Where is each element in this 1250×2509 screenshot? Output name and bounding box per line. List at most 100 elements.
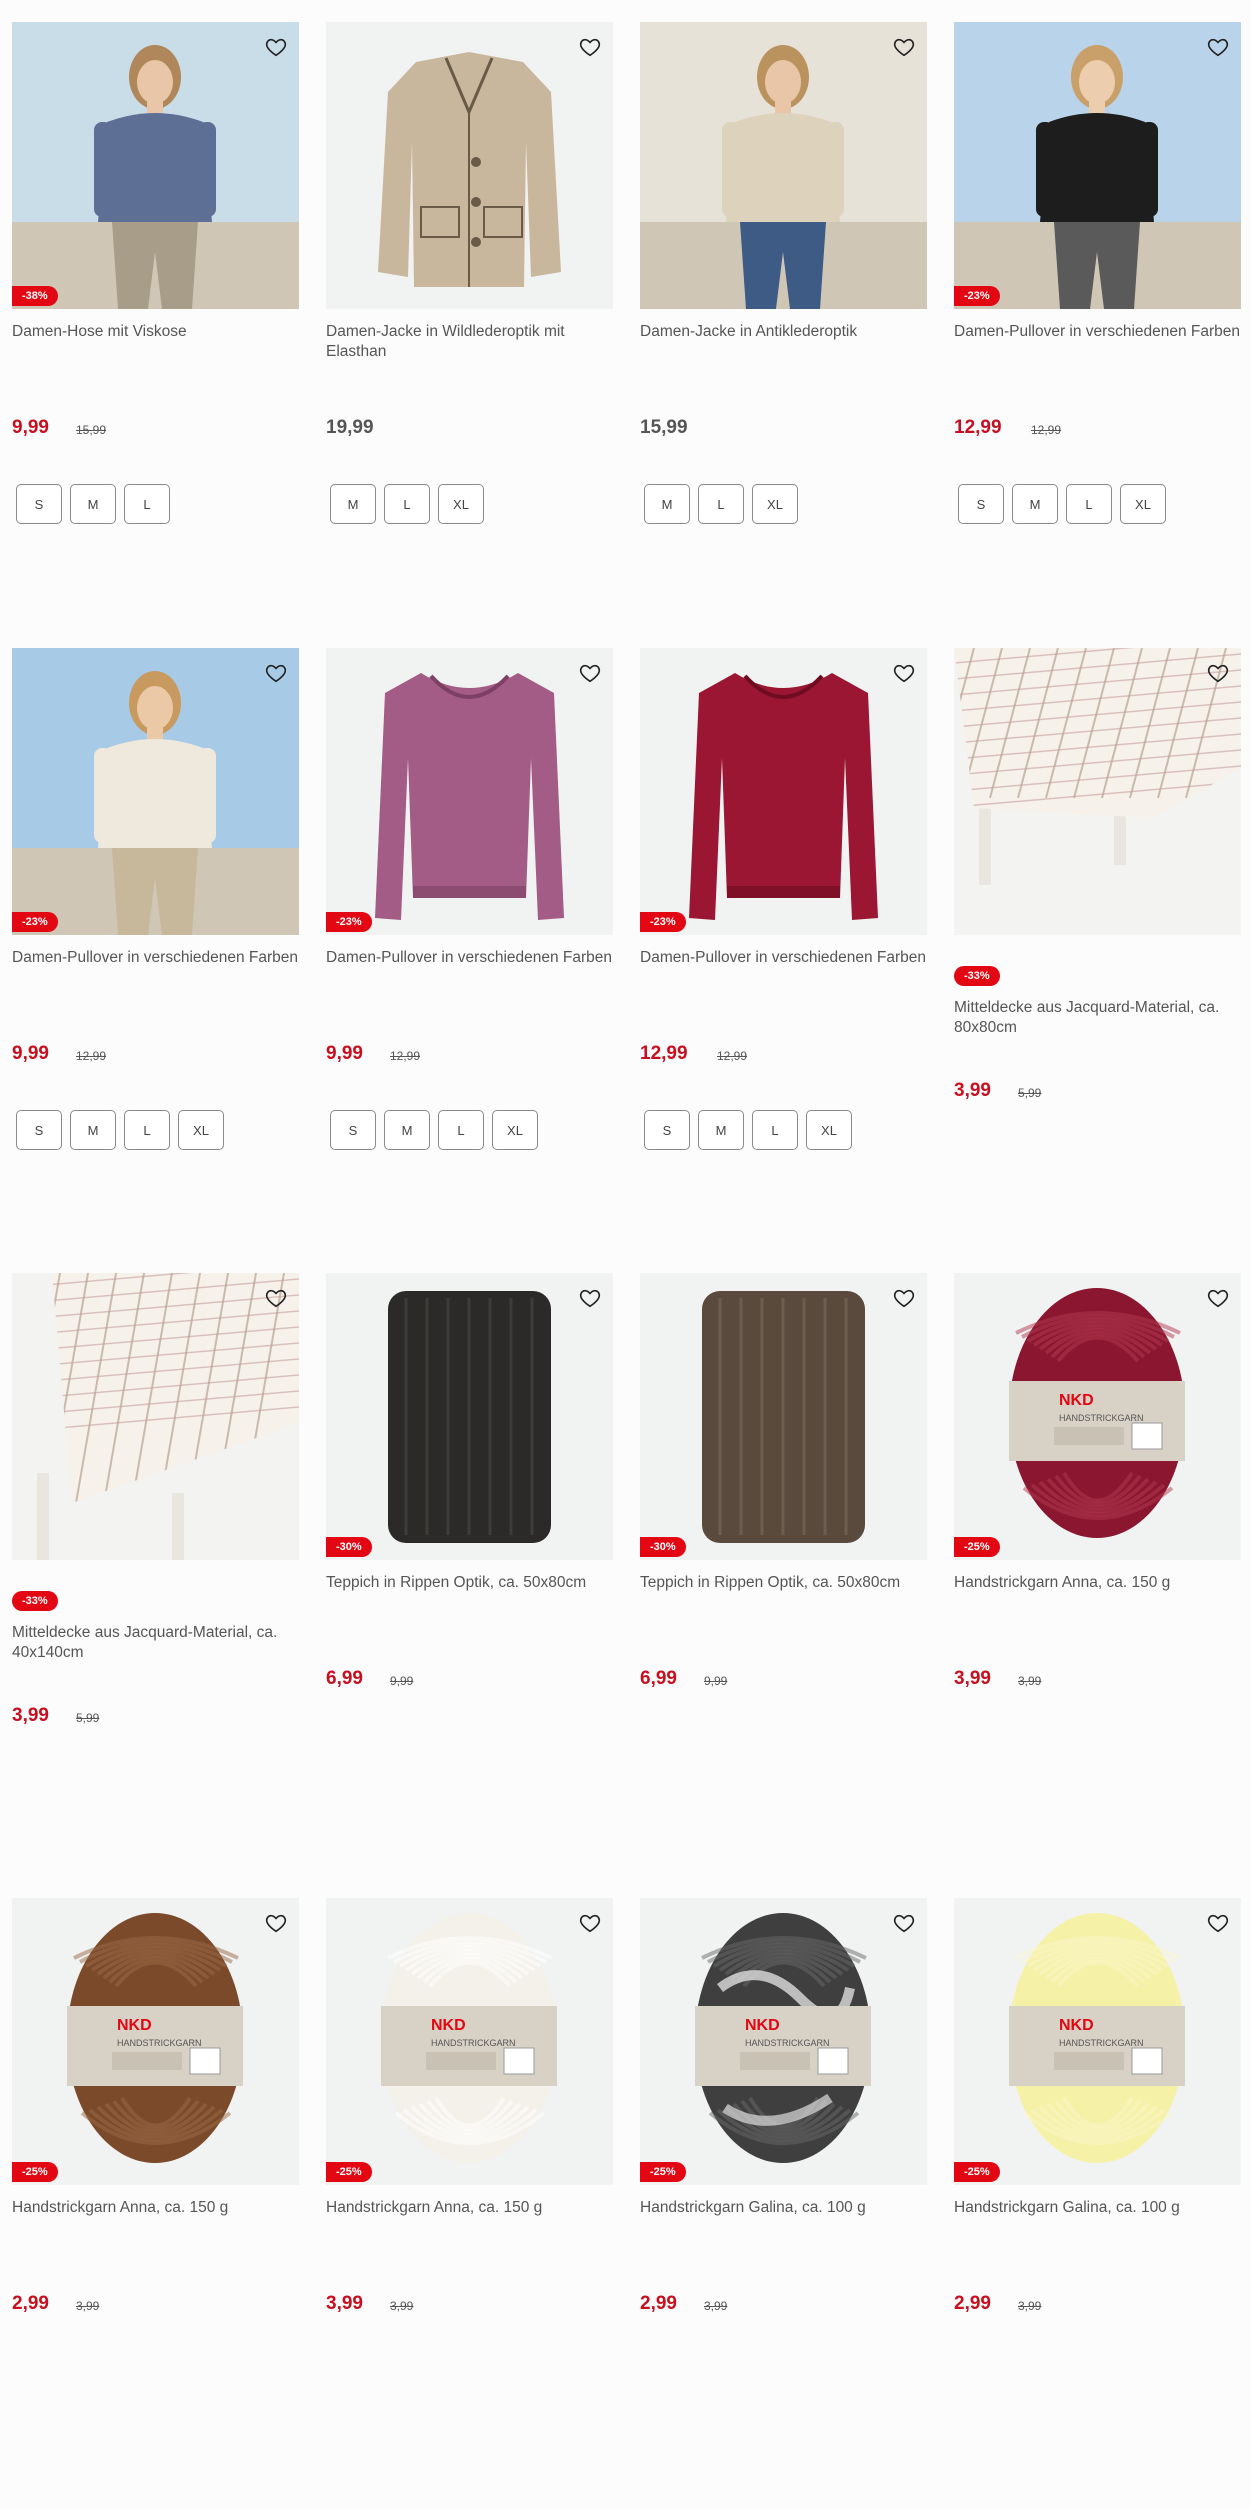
product-title[interactable]: Damen-Jacke in Wildlederoptik mit Elasth… bbox=[326, 322, 613, 362]
product-image[interactable] bbox=[326, 1273, 613, 1560]
product-title[interactable]: Teppich in Rippen Optik, ca. 50x80cm bbox=[640, 1573, 927, 1593]
product-image[interactable] bbox=[12, 22, 299, 309]
size-button[interactable]: M bbox=[70, 484, 116, 524]
size-button[interactable]: S bbox=[16, 1110, 62, 1150]
product-title[interactable]: Damen-Jacke in Antiklederoptik bbox=[640, 322, 927, 342]
old-price: 12,99 bbox=[717, 1049, 748, 1063]
product-card[interactable]: -23% Damen-Pullover in verschiedenen Farb… bbox=[12, 648, 299, 1248]
product-card[interactable]: -23% Damen-Pullover in verschiedenen Farb… bbox=[640, 648, 927, 1248]
old-price: 9,99 bbox=[390, 1674, 414, 1688]
wishlist-heart-icon[interactable] bbox=[1203, 32, 1233, 62]
wishlist-heart-icon[interactable] bbox=[575, 32, 605, 62]
product-card[interactable]: -30% Teppich in Rippen Optik, ca. 50x80cm… bbox=[640, 1273, 927, 1873]
wishlist-heart-icon[interactable] bbox=[575, 1283, 605, 1313]
product-card[interactable]: -33% Mitteldecke aus Jacquard-Material, c… bbox=[954, 648, 1241, 1248]
product-image[interactable]: NKD HANDSTRICKGARN bbox=[12, 1898, 299, 2185]
product-card[interactable]: NKD HANDSTRICKGARN -25% Handstrickgarn An… bbox=[954, 1273, 1241, 1873]
product-card[interactable]: NKD HANDSTRICKGARN -25% Handstrickgarn Ga… bbox=[954, 1898, 1241, 2498]
old-price: 3,99 bbox=[704, 2299, 728, 2313]
size-selector: SML bbox=[16, 484, 170, 524]
product-image[interactable] bbox=[326, 648, 613, 935]
product-title[interactable]: Handstrickgarn Anna, ca. 150 g bbox=[954, 1573, 1241, 1593]
wishlist-heart-icon[interactable] bbox=[1203, 1283, 1233, 1313]
size-button[interactable]: M bbox=[70, 1110, 116, 1150]
size-button[interactable]: L bbox=[384, 484, 430, 524]
wishlist-heart-icon[interactable] bbox=[261, 658, 291, 688]
product-card[interactable]: -30% Teppich in Rippen Optik, ca. 50x80cm… bbox=[326, 1273, 613, 1873]
wishlist-heart-icon[interactable] bbox=[261, 32, 291, 62]
product-title[interactable]: Handstrickgarn Anna, ca. 150 g bbox=[326, 2198, 613, 2218]
discount-badge: -25% bbox=[326, 2162, 372, 2182]
product-image[interactable] bbox=[12, 1273, 299, 1560]
product-title[interactable]: Teppich in Rippen Optik, ca. 50x80cm bbox=[326, 1573, 613, 1593]
size-button[interactable]: XL bbox=[1120, 484, 1166, 524]
wishlist-heart-icon[interactable] bbox=[261, 1283, 291, 1313]
product-card[interactable]: -38% Damen-Hose mit Viskose 9,99 15,99 S M L bbox=[12, 22, 299, 622]
product-title[interactable]: Damen-Pullover in verschiedenen Farben bbox=[326, 948, 613, 968]
product-image[interactable] bbox=[640, 1273, 927, 1560]
size-button[interactable]: XL bbox=[752, 484, 798, 524]
product-image[interactable] bbox=[954, 22, 1241, 309]
size-button[interactable]: M bbox=[644, 484, 690, 524]
wishlist-heart-icon[interactable] bbox=[1203, 1908, 1233, 1938]
wishlist-heart-icon[interactable] bbox=[889, 1908, 919, 1938]
size-button[interactable]: XL bbox=[178, 1110, 224, 1150]
product-title[interactable]: Handstrickgarn Galina, ca. 100 g bbox=[954, 2198, 1241, 2218]
size-button[interactable]: L bbox=[752, 1110, 798, 1150]
product-title[interactable]: Mitteldecke aus Jacquard-Material, ca. 4… bbox=[12, 1623, 299, 1663]
size-button[interactable]: S bbox=[16, 484, 62, 524]
wishlist-heart-icon[interactable] bbox=[1203, 658, 1233, 688]
size-button[interactable]: L bbox=[698, 484, 744, 524]
size-button[interactable]: L bbox=[124, 484, 170, 524]
product-image[interactable]: NKD HANDSTRICKGARN bbox=[954, 1273, 1241, 1560]
product-card[interactable]: NKD HANDSTRICKGARN -25% Handstrickgarn An… bbox=[12, 1898, 299, 2498]
wishlist-heart-icon[interactable] bbox=[261, 1908, 291, 1938]
svg-text:NKD: NKD bbox=[117, 2017, 152, 2034]
wishlist-heart-icon[interactable] bbox=[575, 1908, 605, 1938]
product-card[interactable]: NKD HANDSTRICKGARN -25% Handstrickgarn An… bbox=[326, 1898, 613, 2498]
product-title[interactable]: Damen-Hose mit Viskose bbox=[12, 322, 299, 342]
wishlist-heart-icon[interactable] bbox=[575, 658, 605, 688]
product-title[interactable]: Damen-Pullover in verschiedenen Farben bbox=[640, 948, 927, 968]
product-price: 6,99 bbox=[326, 1668, 363, 1689]
product-image[interactable] bbox=[954, 648, 1241, 935]
wishlist-heart-icon[interactable] bbox=[889, 1283, 919, 1313]
product-title[interactable]: Handstrickgarn Galina, ca. 100 g bbox=[640, 2198, 927, 2218]
product-image[interactable] bbox=[640, 648, 927, 935]
product-title[interactable]: Damen-Pullover in verschiedenen Farben bbox=[12, 948, 299, 968]
size-button[interactable]: S bbox=[330, 1110, 376, 1150]
discount-badge: -23% bbox=[326, 912, 372, 932]
product-image[interactable]: NKD HANDSTRICKGARN bbox=[640, 1898, 927, 2185]
size-button[interactable]: M bbox=[698, 1110, 744, 1150]
size-button[interactable]: M bbox=[330, 484, 376, 524]
size-button[interactable]: XL bbox=[438, 484, 484, 524]
size-button[interactable]: M bbox=[384, 1110, 430, 1150]
product-price: 3,99 bbox=[326, 2293, 363, 2314]
product-card[interactable]: Damen-Jacke in Antiklederoptik 15,99 M L XL bbox=[640, 22, 927, 622]
product-image[interactable]: NKD HANDSTRICKGARN bbox=[326, 1898, 613, 2185]
product-title[interactable]: Damen-Pullover in verschiedenen Farben bbox=[954, 322, 1241, 342]
product-price: 3,99 bbox=[12, 1705, 49, 1726]
size-button[interactable]: XL bbox=[492, 1110, 538, 1150]
product-card[interactable]: -23% Damen-Pullover in verschiedenen Farb… bbox=[954, 22, 1241, 622]
product-card[interactable]: -33% Mitteldecke aus Jacquard-Material, c… bbox=[12, 1273, 299, 1873]
size-button[interactable]: S bbox=[958, 484, 1004, 524]
product-card[interactable]: -23% Damen-Pullover in verschiedenen Farb… bbox=[326, 648, 613, 1248]
size-button[interactable]: S bbox=[644, 1110, 690, 1150]
product-card[interactable]: Damen-Jacke in Wildlederoptik mit Elasth… bbox=[326, 22, 613, 622]
product-image[interactable] bbox=[12, 648, 299, 935]
size-button[interactable]: M bbox=[1012, 484, 1058, 524]
size-button[interactable]: L bbox=[124, 1110, 170, 1150]
product-title[interactable]: Mitteldecke aus Jacquard-Material, ca. 8… bbox=[954, 998, 1241, 1038]
wishlist-heart-icon[interactable] bbox=[889, 32, 919, 62]
size-button[interactable]: XL bbox=[806, 1110, 852, 1150]
product-image[interactable] bbox=[640, 22, 927, 309]
product-card[interactable]: NKD HANDSTRICKGARN -25% Handstrickgarn Ga… bbox=[640, 1898, 927, 2498]
size-button[interactable]: L bbox=[1066, 484, 1112, 524]
wishlist-heart-icon[interactable] bbox=[889, 658, 919, 688]
product-title[interactable]: Handstrickgarn Anna, ca. 150 g bbox=[12, 2198, 299, 2218]
product-price: 9,99 bbox=[326, 1043, 363, 1064]
product-image[interactable] bbox=[326, 22, 613, 309]
product-image[interactable]: NKD HANDSTRICKGARN bbox=[954, 1898, 1241, 2185]
size-button[interactable]: L bbox=[438, 1110, 484, 1150]
